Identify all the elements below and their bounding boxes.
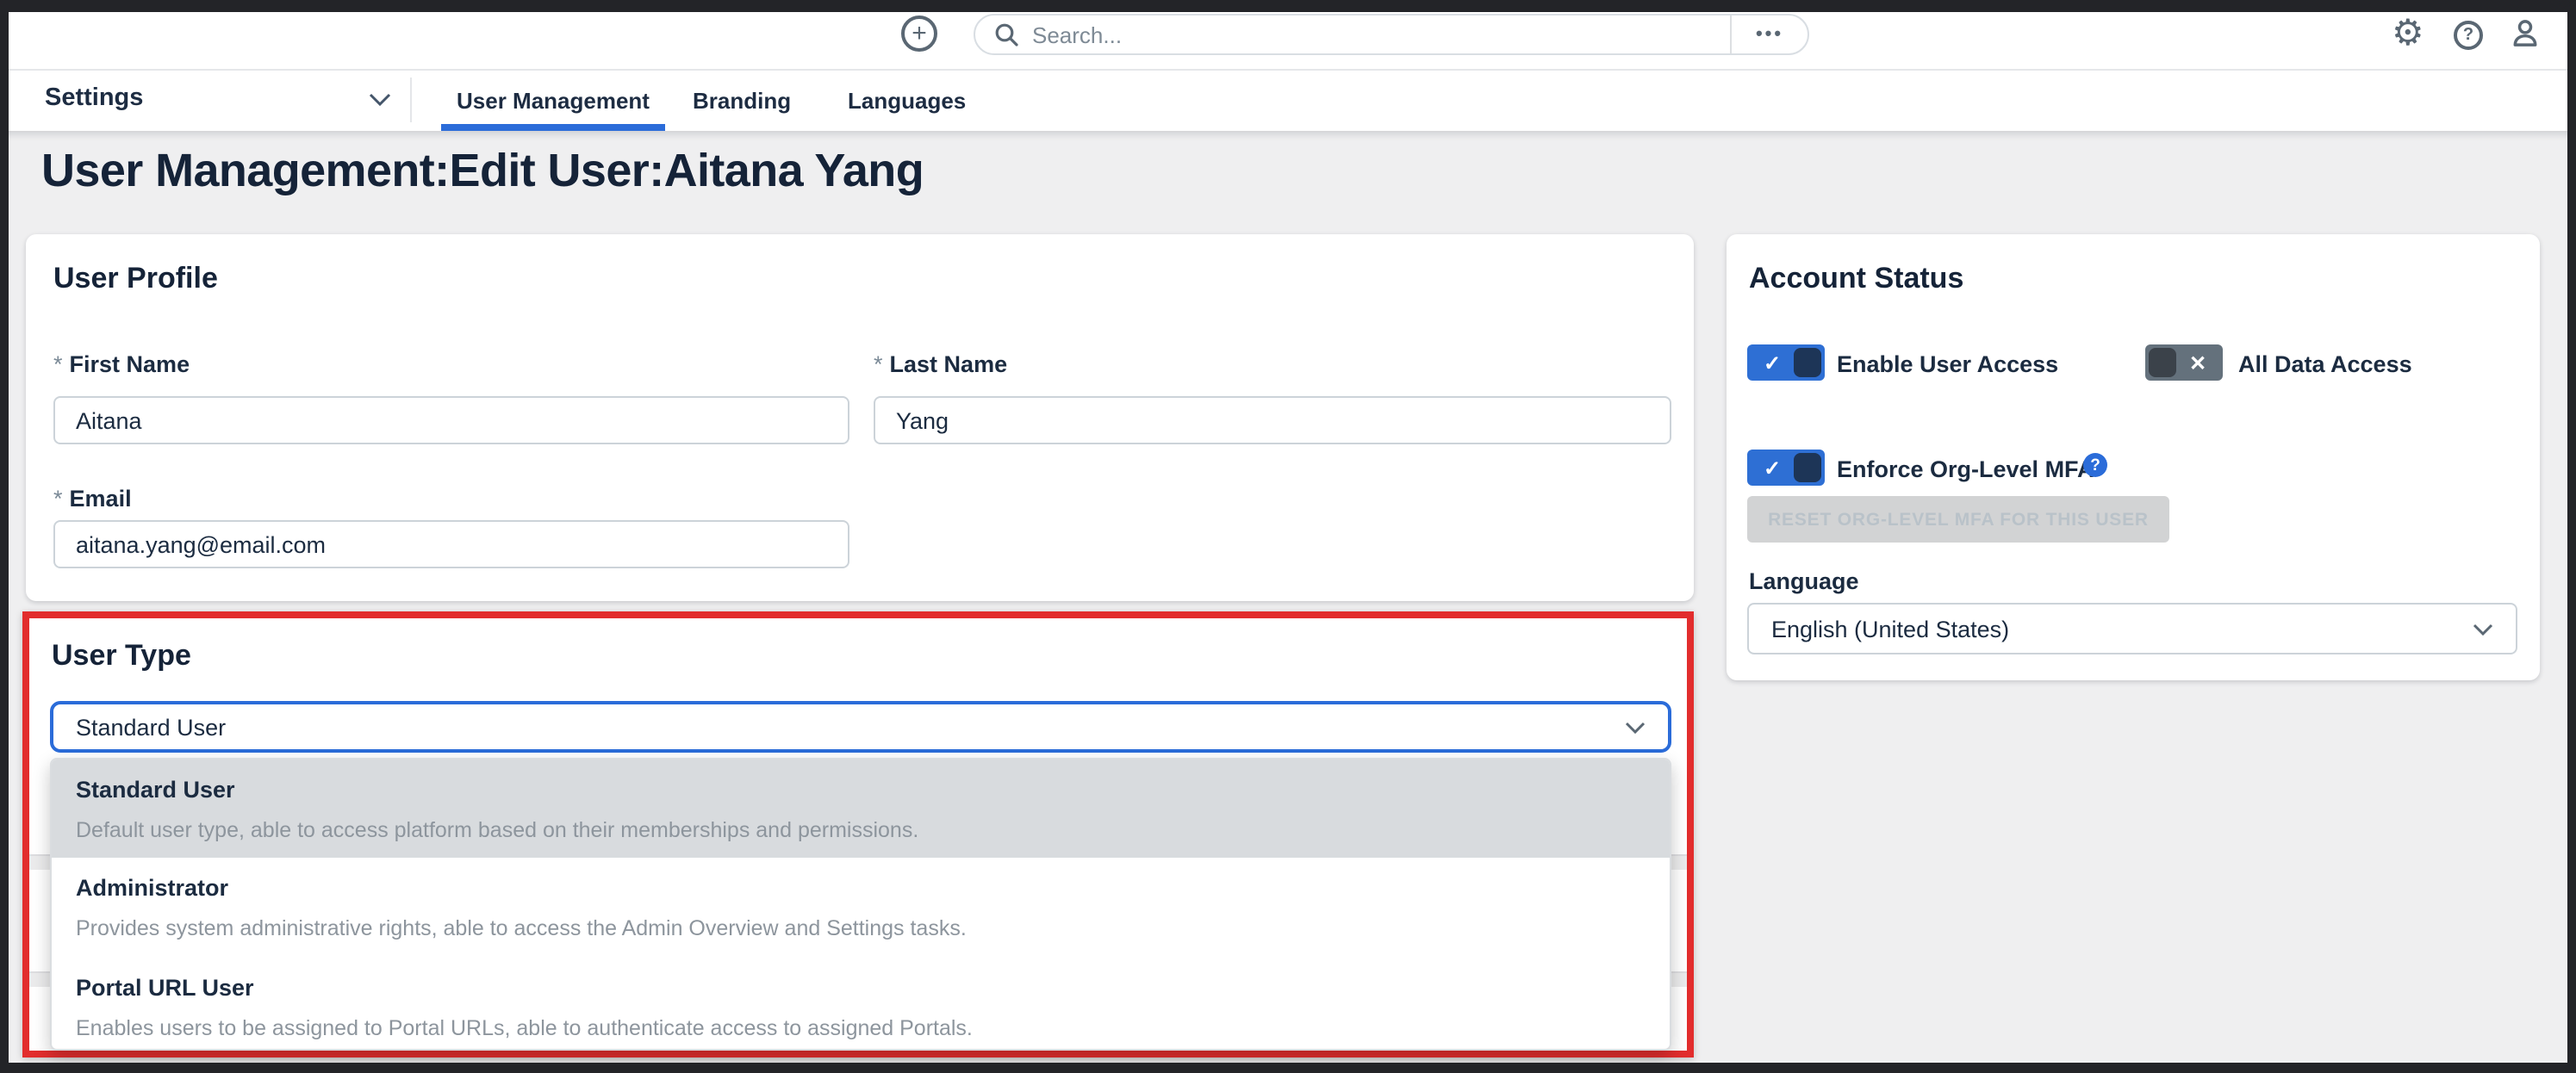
all-data-access-label: All Data Access [2238, 351, 2412, 377]
tab-user-management[interactable]: User Management [457, 69, 650, 131]
enable-user-access-label: Enable User Access [1837, 351, 2058, 377]
account-status-card: Account Status ✓ Enable User Access ✕ Al… [1727, 234, 2540, 680]
toggle-knob [2149, 348, 2176, 377]
x-icon: ✕ [2176, 352, 2219, 373]
option-description: Enables users to be assigned to Portal U… [76, 1016, 1646, 1040]
email-field[interactable] [53, 520, 849, 568]
chevron-down-icon [1625, 721, 1646, 733]
account-status-heading: Account Status [1749, 262, 1963, 296]
user-type-heading: User Type [52, 639, 191, 673]
app-window: + ••• ⚙ ? Settings User Management Brand… [0, 0, 2576, 1073]
search-icon [994, 22, 1018, 47]
chevron-down-icon [2473, 623, 2493, 635]
user-type-dropdown: Standard User Default user type, able to… [50, 758, 1671, 1051]
last-name-label: *Last Name [874, 351, 1007, 377]
user-profile-heading: User Profile [53, 262, 218, 296]
option-name: Standard User [76, 777, 1646, 803]
all-data-access-toggle[interactable]: ✕ [2145, 344, 2223, 381]
nav-divider [410, 78, 412, 122]
option-description: Provides system administrative rights, a… [76, 916, 1646, 940]
option-description: Default user type, able to access platfo… [76, 818, 1646, 842]
required-marker: * [53, 486, 63, 512]
nav-row: Settings User Management Branding Langua… [0, 69, 2576, 131]
page-title: User Management:Edit User:Aitana Yang [41, 145, 924, 198]
enable-user-access-toggle[interactable]: ✓ [1747, 344, 1825, 381]
first-name-field[interactable] [53, 396, 849, 444]
enforce-mfa-label: Enforce Org-Level MFA [1837, 456, 2094, 482]
top-bar: + ••• ⚙ ? [0, 0, 2576, 71]
chevron-down-icon[interactable] [369, 93, 391, 107]
tab-languages[interactable]: Languages [848, 69, 966, 131]
user-profile-icon[interactable] [2509, 17, 2542, 59]
email-label: *Email [53, 486, 132, 512]
reset-mfa-button[interactable]: RESET ORG-LEVEL MFA FOR THIS USER [1747, 496, 2169, 543]
user-profile-card: User Profile *First Name *Last Name *Ema… [26, 234, 1694, 601]
check-icon: ✓ [1751, 457, 1794, 478]
mfa-help-icon[interactable]: ? [2083, 453, 2107, 477]
add-icon[interactable]: + [901, 16, 937, 52]
option-administrator[interactable]: Administrator Provides system administra… [52, 858, 1670, 958]
required-marker: * [53, 351, 63, 377]
user-type-select[interactable]: Standard User [50, 701, 1671, 753]
settings-dropdown[interactable]: Settings [45, 84, 143, 112]
language-select[interactable]: English (United States) [1747, 603, 2517, 654]
enforce-mfa-toggle[interactable]: ✓ [1747, 450, 1825, 486]
option-standard-user[interactable]: Standard User Default user type, able to… [52, 760, 1670, 858]
first-name-label: *First Name [53, 351, 190, 377]
option-name: Administrator [76, 875, 1646, 901]
last-name-field[interactable] [874, 396, 1671, 444]
option-name: Portal URL User [76, 975, 1646, 1001]
global-search: ••• [974, 14, 1809, 55]
gear-icon[interactable]: ⚙ [2392, 14, 2424, 55]
option-portal-url-user[interactable]: Portal URL User Enables users to be assi… [52, 958, 1670, 1051]
help-icon[interactable]: ? [2454, 21, 2483, 50]
toggle-knob [1794, 453, 1821, 482]
search-options-ellipsis-icon[interactable]: ••• [1732, 24, 1808, 45]
language-select-value: English (United States) [1749, 616, 2473, 642]
language-label: Language [1749, 568, 1859, 594]
user-type-select-value: Standard User [53, 714, 1625, 740]
user-type-section-highlight: User Type Standard User Standard User De… [22, 611, 1694, 1057]
search-input[interactable] [1018, 22, 1730, 47]
check-icon: ✓ [1751, 352, 1794, 373]
toggle-knob [1794, 348, 1821, 377]
tab-branding[interactable]: Branding [693, 69, 791, 131]
required-marker: * [874, 351, 883, 377]
